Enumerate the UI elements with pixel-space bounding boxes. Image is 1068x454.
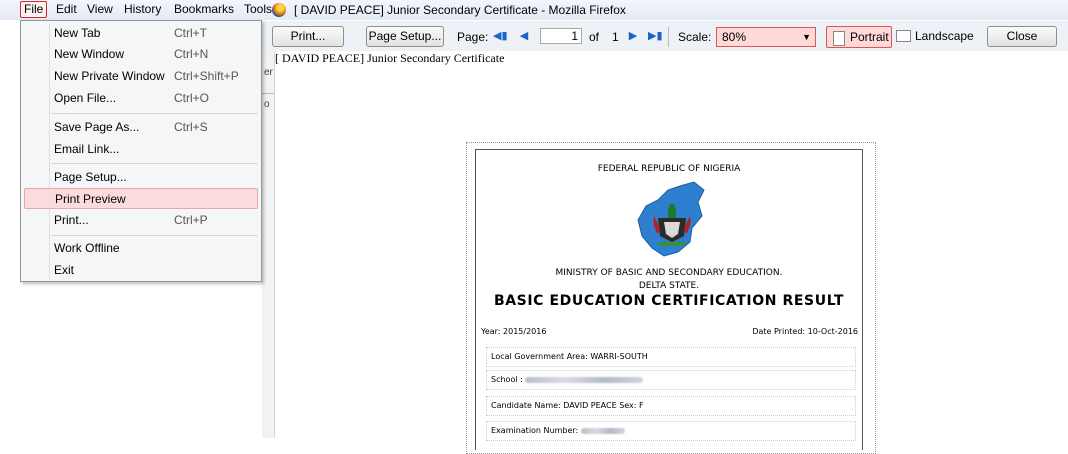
menu-item-shortcut: Ctrl+O: [174, 91, 210, 105]
background-browser-strip: er o: [262, 51, 275, 438]
strip-divider: [262, 93, 274, 94]
menu-item-shortcut: Ctrl+T: [174, 26, 207, 40]
previous-page-icon[interactable]: ◀: [517, 29, 531, 43]
portrait-label: Portrait: [850, 30, 889, 44]
portrait-button[interactable]: Portrait: [826, 26, 892, 48]
page-setup-button[interactable]: Page Setup...: [366, 26, 444, 47]
page-total: 1: [612, 30, 619, 44]
menu-separator: [51, 235, 258, 236]
menu-item-label: Page Setup...: [54, 170, 127, 184]
menu-item-new-private-window[interactable]: New Private Window Ctrl+Shift+P: [24, 66, 258, 87]
school-row: School :: [486, 370, 856, 390]
menu-edit[interactable]: Edit: [53, 1, 80, 18]
menu-item-shortcut: Ctrl+N: [174, 47, 209, 61]
menu-item-print-preview[interactable]: Print Preview: [24, 188, 258, 209]
certificate-year: Year: 2015/2016: [481, 327, 547, 336]
menu-item-shortcut: Ctrl+P: [174, 213, 208, 227]
certificate-date-printed: Date Printed: 10-Oct-2016: [752, 327, 858, 336]
menubar: File Edit View History Bookmarks Tools […: [0, 0, 1068, 20]
exam-number-label: Examination Number:: [491, 426, 579, 435]
next-page-icon[interactable]: ▶: [626, 29, 640, 43]
landscape-label: Landscape: [915, 29, 974, 43]
menu-item-label: Print...: [54, 213, 89, 227]
landscape-page-icon: [896, 30, 911, 42]
menu-item-shortcut: Ctrl+S: [174, 120, 208, 134]
menu-item-email-link[interactable]: Email Link...: [24, 139, 258, 160]
page-header-text: [ DAVID PEACE] Junior Secondary Certific…: [275, 51, 505, 65]
menu-item-label: Print Preview: [55, 192, 126, 206]
menu-item-work-offline[interactable]: Work Offline: [24, 238, 258, 259]
menu-item-label: Email Link...: [54, 142, 120, 156]
exam-number-row: Examination Number:: [486, 421, 856, 441]
menu-tools[interactable]: Tools: [241, 1, 275, 18]
lga-row: Local Government Area: WARRI-SOUTH: [486, 347, 856, 367]
print-preview-toolbar: Print... Page Setup... Page: ◀▮ ◀ 1 of 1…: [262, 21, 1068, 52]
menu-view[interactable]: View: [84, 1, 116, 18]
page-of-label: of: [589, 30, 600, 44]
menu-item-shortcut: Ctrl+Shift+P: [174, 69, 239, 83]
certificate-federal-heading: FEDERAL REPUBLIC OF NIGERIA: [597, 164, 741, 174]
print-preview-area[interactable]: [ DAVID PEACE] Junior Secondary Certific…: [275, 51, 1068, 454]
menu-item-label: Work Offline: [54, 241, 120, 255]
page-label: Page:: [457, 30, 489, 44]
certificate: FEDERAL REPUBLIC OF NIGERIA MINISTRY OF …: [475, 149, 863, 450]
menu-item-label: New Private Window: [54, 69, 165, 83]
landscape-button[interactable]: Landscape: [894, 26, 976, 48]
certificate-ministry: MINISTRY OF BASIC AND SECONDARY EDUCATIO…: [555, 268, 783, 278]
menu-file[interactable]: File: [20, 1, 48, 18]
redacted-school-name: [525, 376, 644, 383]
nigeria-coat-of-arms-map-icon: [637, 181, 705, 257]
menu-item-new-tab[interactable]: New Tab Ctrl+T: [24, 23, 258, 44]
menu-separator: [51, 113, 258, 114]
redacted-exam-number: [580, 427, 625, 434]
menu-item-save-page-as[interactable]: Save Page As... Ctrl+S: [24, 117, 258, 138]
menu-separator: [51, 163, 258, 164]
scale-value: 80%: [722, 30, 747, 44]
portrait-page-icon: [833, 31, 845, 46]
print-button[interactable]: Print...: [272, 26, 344, 47]
window-title: [ DAVID PEACE] Junior Secondary Certific…: [294, 3, 626, 17]
chevron-down-icon: ▼: [802, 32, 811, 42]
menu-item-label: Open File...: [54, 91, 117, 105]
menu-item-print[interactable]: Print... Ctrl+P: [24, 210, 258, 231]
school-label: School :: [491, 375, 523, 384]
page-number-input[interactable]: 1: [540, 28, 582, 44]
toolbar-separator: [668, 27, 669, 47]
menu-history[interactable]: History: [121, 1, 164, 18]
candidate-row: Candidate Name: DAVID PEACE Sex: F: [486, 396, 856, 416]
file-menu-dropdown: New Tab Ctrl+T New Window Ctrl+N New Pri…: [20, 20, 262, 282]
first-page-icon[interactable]: ◀▮: [493, 29, 508, 43]
firefox-logo-icon: [272, 3, 286, 17]
menu-item-label: Save Page As...: [54, 120, 140, 134]
menu-bookmarks[interactable]: Bookmarks: [171, 1, 237, 18]
last-page-icon[interactable]: ▶▮: [648, 29, 663, 43]
lga-text: Local Government Area: WARRI-SOUTH: [491, 352, 648, 361]
preview-page: FEDERAL REPUBLIC OF NIGERIA MINISTRY OF …: [466, 142, 876, 454]
strip-text: er: [264, 67, 273, 78]
menu-item-new-window[interactable]: New Window Ctrl+N: [24, 44, 258, 65]
menu-item-open-file[interactable]: Open File... Ctrl+O: [24, 88, 258, 109]
menu-item-label: Exit: [54, 263, 75, 277]
menu-item-page-setup[interactable]: Page Setup...: [24, 167, 258, 188]
strip-text: o: [264, 99, 270, 110]
close-button[interactable]: Close: [987, 26, 1057, 47]
menu-item-exit[interactable]: Exit: [24, 260, 258, 281]
scale-select[interactable]: 80% ▼: [716, 27, 816, 47]
scale-label: Scale:: [678, 30, 712, 44]
menu-item-label: New Tab: [54, 26, 101, 40]
certificate-state: DELTA STATE.: [638, 281, 700, 291]
candidate-text: Candidate Name: DAVID PEACE Sex: F: [491, 401, 644, 410]
menu-item-label: New Window: [54, 47, 125, 61]
certificate-title: BASIC EDUCATION CERTIFICATION RESULT: [493, 293, 845, 309]
